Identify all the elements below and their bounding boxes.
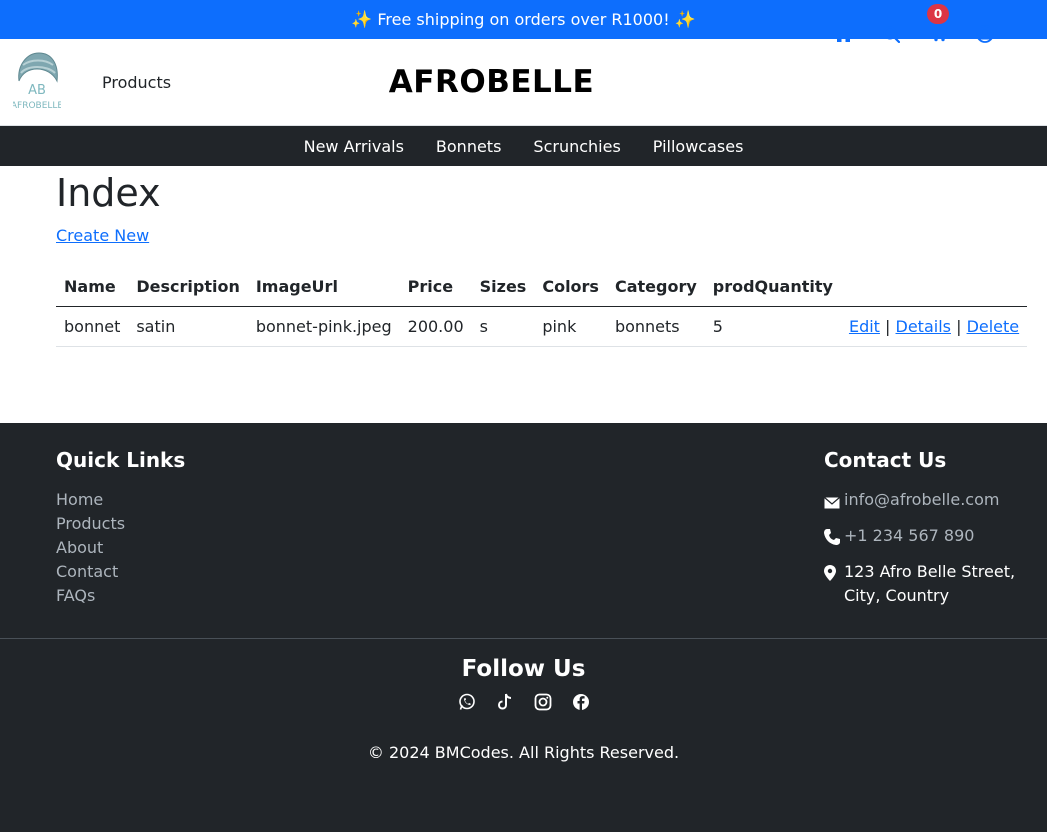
footer-link-products[interactable]: Products	[56, 512, 185, 536]
products-table: Name Description ImageUrl Price Sizes Co…	[56, 269, 1028, 347]
svg-text:AFROBELLE: AFROBELLE	[13, 101, 61, 111]
separator: |	[956, 317, 962, 336]
cart-count-badge: 0	[927, 4, 949, 24]
user-menu-dropdown[interactable]	[976, 23, 1014, 45]
create-new-link[interactable]: Create New	[56, 226, 149, 245]
facebook-icon[interactable]	[571, 692, 591, 712]
column-header: prodQuantity	[704, 269, 841, 307]
table-row: bonnet satin bonnet-pink.jpeg 200.00 s p…	[56, 306, 1028, 347]
contact-phone-row: +1 234 567 890	[824, 524, 1024, 552]
column-header: Sizes	[471, 269, 535, 307]
cell-description: satin	[128, 306, 248, 347]
edit-link[interactable]: Edit	[849, 317, 880, 336]
follow-title: Follow Us	[461, 656, 586, 682]
whatsapp-icon[interactable]	[457, 692, 477, 712]
footer-link-faqs[interactable]: FAQs	[56, 584, 185, 608]
contact-email-row: info@afrobelle.com	[824, 488, 1024, 516]
column-header: ImageUrl	[247, 269, 400, 307]
contact-address: 123 Afro Belle Street, City, Country	[844, 562, 1016, 605]
nav-item-new-arrivals[interactable]: New Arrivals	[288, 137, 420, 156]
contact-email[interactable]: info@afrobelle.com	[844, 488, 999, 516]
site-header: AB AFROBELLE Products AFROBELLE 0	[0, 4, 1047, 126]
nav-item-pillowcases[interactable]: Pillowcases	[637, 137, 760, 156]
page-title: Index	[56, 171, 161, 215]
column-header: Description	[128, 269, 248, 307]
copyright: © 2024 BMCodes. All Rights Reserved.	[367, 743, 680, 762]
nav-item-scrunchies[interactable]: Scrunchies	[517, 137, 636, 156]
cell-colors: pink	[534, 306, 607, 347]
column-header: Colors	[534, 269, 607, 307]
envelope-icon	[824, 488, 844, 516]
map-pin-icon	[824, 560, 844, 608]
table-header-row: Name Description ImageUrl Price Sizes Co…	[56, 269, 1028, 307]
footer-link-contact[interactable]: Contact	[56, 560, 185, 584]
quick-links-title: Quick Links	[56, 448, 186, 472]
tiktok-icon[interactable]	[495, 692, 515, 712]
contact-phone[interactable]: +1 234 567 890	[844, 524, 974, 552]
sparkle-icon: ✨	[674, 9, 696, 30]
column-header: Name	[56, 269, 129, 307]
details-link[interactable]: Details	[896, 317, 951, 336]
brand-title[interactable]: AFROBELLE	[0, 64, 1047, 100]
follow-section: Follow Us	[0, 656, 1047, 712]
contact-title: Contact Us	[824, 448, 947, 472]
user-icon	[976, 25, 994, 43]
column-header: Category	[606, 269, 705, 307]
social-links	[0, 692, 1047, 712]
home-icon[interactable]	[832, 23, 854, 45]
cell-image-url: bonnet-pink.jpeg	[247, 306, 400, 347]
cell-actions: Edit | Details | Delete	[840, 306, 1028, 347]
promo-text: Free shipping on orders over R1000!	[377, 10, 670, 29]
delete-link[interactable]: Delete	[967, 317, 1020, 336]
contact-address-row: 123 Afro Belle Street, City, Country	[824, 560, 1024, 608]
category-nav: New Arrivals Bonnets Scrunchies Pillowca…	[0, 126, 1047, 166]
cell-sizes: s	[471, 306, 535, 347]
column-header	[840, 269, 1028, 307]
nav-item-bonnets[interactable]: Bonnets	[420, 137, 518, 156]
cell-price: 200.00	[399, 306, 472, 347]
quick-links-section: Quick Links Home Products About Contact …	[56, 448, 185, 608]
cell-name: bonnet	[56, 306, 129, 347]
sparkle-icon: ✨	[351, 9, 373, 30]
footer-divider	[0, 638, 1047, 639]
cell-category: bonnets	[606, 306, 705, 347]
main-content: Index Create New Name Description ImageU…	[0, 170, 1047, 427]
separator: |	[885, 317, 891, 336]
chevron-down-icon	[999, 31, 1007, 37]
cart-icon[interactable]	[927, 23, 949, 45]
footer-link-about[interactable]: About	[56, 536, 185, 560]
contact-section: Contact Us info@afrobelle.com +1 234 567…	[824, 448, 1024, 616]
footer-link-home[interactable]: Home	[56, 488, 185, 512]
cell-quantity: 5	[704, 306, 841, 347]
instagram-icon[interactable]	[533, 692, 553, 712]
search-icon[interactable]	[880, 23, 902, 45]
column-header: Price	[399, 269, 472, 307]
phone-icon	[824, 524, 844, 552]
site-footer: Quick Links Home Products About Contact …	[0, 423, 1047, 832]
